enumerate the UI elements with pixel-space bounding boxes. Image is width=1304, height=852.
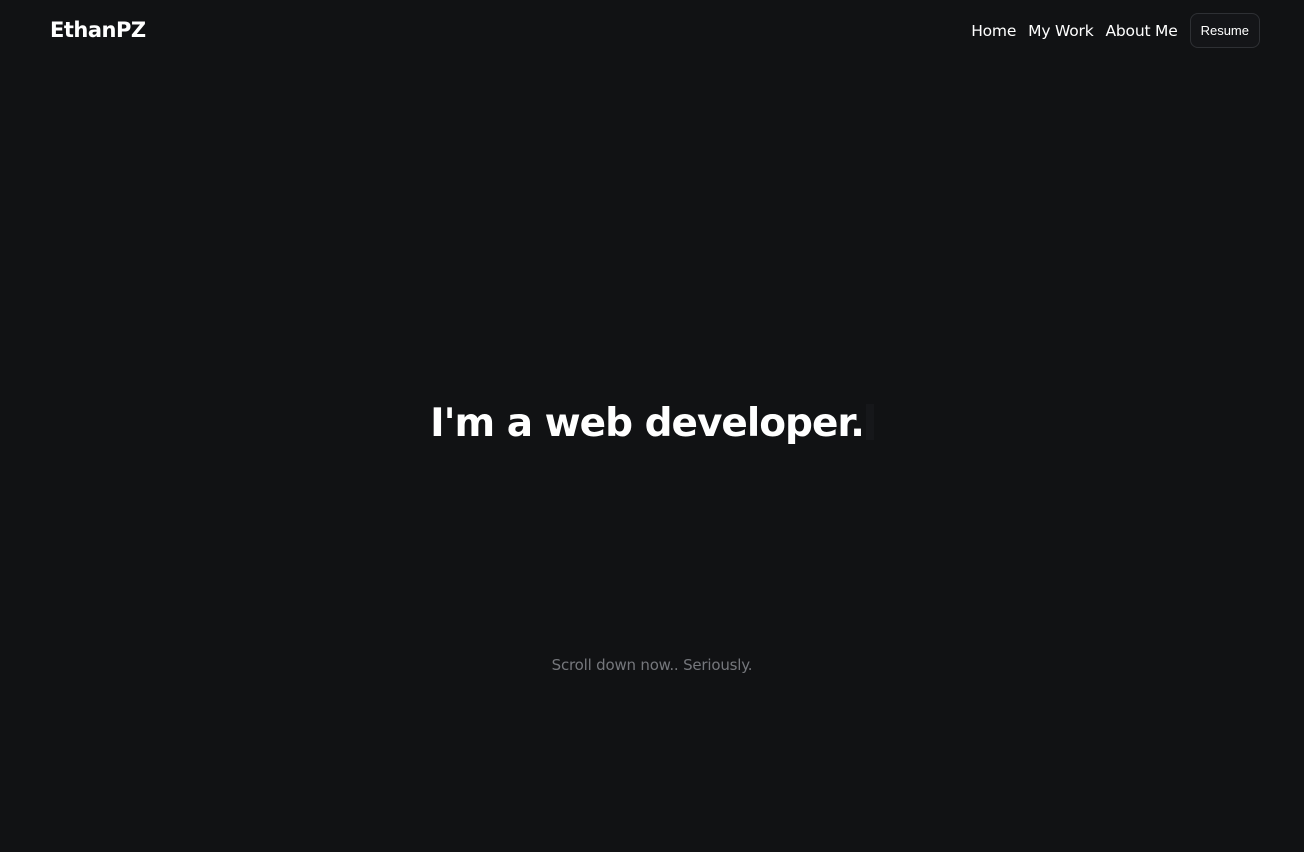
hero-title: I'm a web developer.: [0, 398, 1304, 450]
nav-link-my-work[interactable]: My Work: [1028, 21, 1094, 41]
typing-cursor: [865, 404, 874, 440]
nav-link-home[interactable]: Home: [971, 21, 1016, 41]
hero-title-text: I'm a web developer.: [430, 401, 865, 446]
main-nav: Home My Work About Me Resume: [971, 12, 1260, 49]
page: EthanPZ Home My Work About Me Resume I'm…: [0, 0, 1304, 852]
resume-button[interactable]: Resume: [1189, 13, 1260, 48]
navbar: EthanPZ Home My Work About Me Resume: [0, 0, 1304, 62]
brand-logo[interactable]: EthanPZ: [50, 16, 146, 44]
nav-link-about-me[interactable]: About Me: [1106, 21, 1178, 41]
scroll-hint: Scroll down now.. Seriously.: [551, 656, 753, 674]
